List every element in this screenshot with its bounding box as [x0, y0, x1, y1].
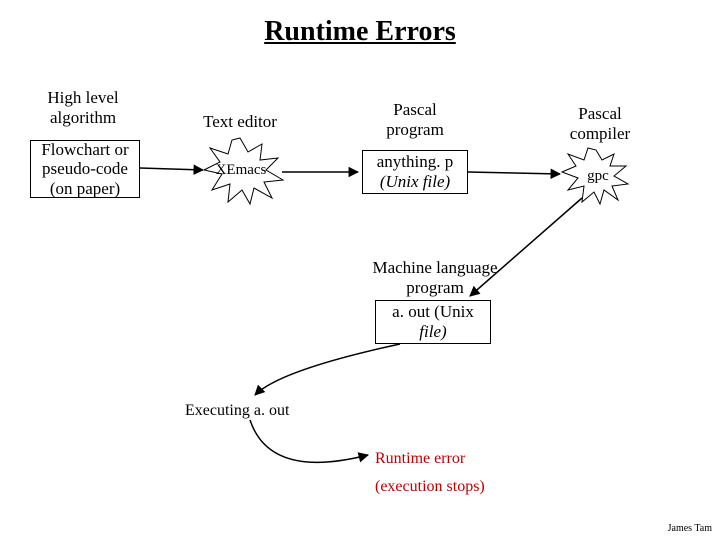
label-text-editor: Text editor — [190, 112, 290, 132]
box-flowchart: Flowchart orpseudo-code(on paper) — [30, 140, 140, 198]
label-gpc: gpc — [578, 168, 618, 185]
label-machine-language: Machine languageprogram — [355, 258, 515, 297]
label-pascal-compiler: Pascalcompiler — [555, 104, 645, 143]
footer-credit: James Tam — [668, 523, 712, 534]
label-high-level-algorithm: High levelalgorithm — [33, 88, 133, 127]
label-pascal-program: Pascalprogram — [370, 100, 460, 139]
label-runtime-error: Runtime error — [375, 450, 465, 468]
page-title: Runtime Errors — [0, 16, 720, 48]
label-execution-stops: (execution stops) — [375, 478, 485, 496]
label-xemacs: XEmacs — [205, 162, 277, 179]
label-executing: Executing a. out — [185, 402, 289, 420]
box-aout: a. out (Unixfile) — [375, 300, 491, 344]
box-anything-p: anything. p(Unix file) — [362, 150, 468, 194]
